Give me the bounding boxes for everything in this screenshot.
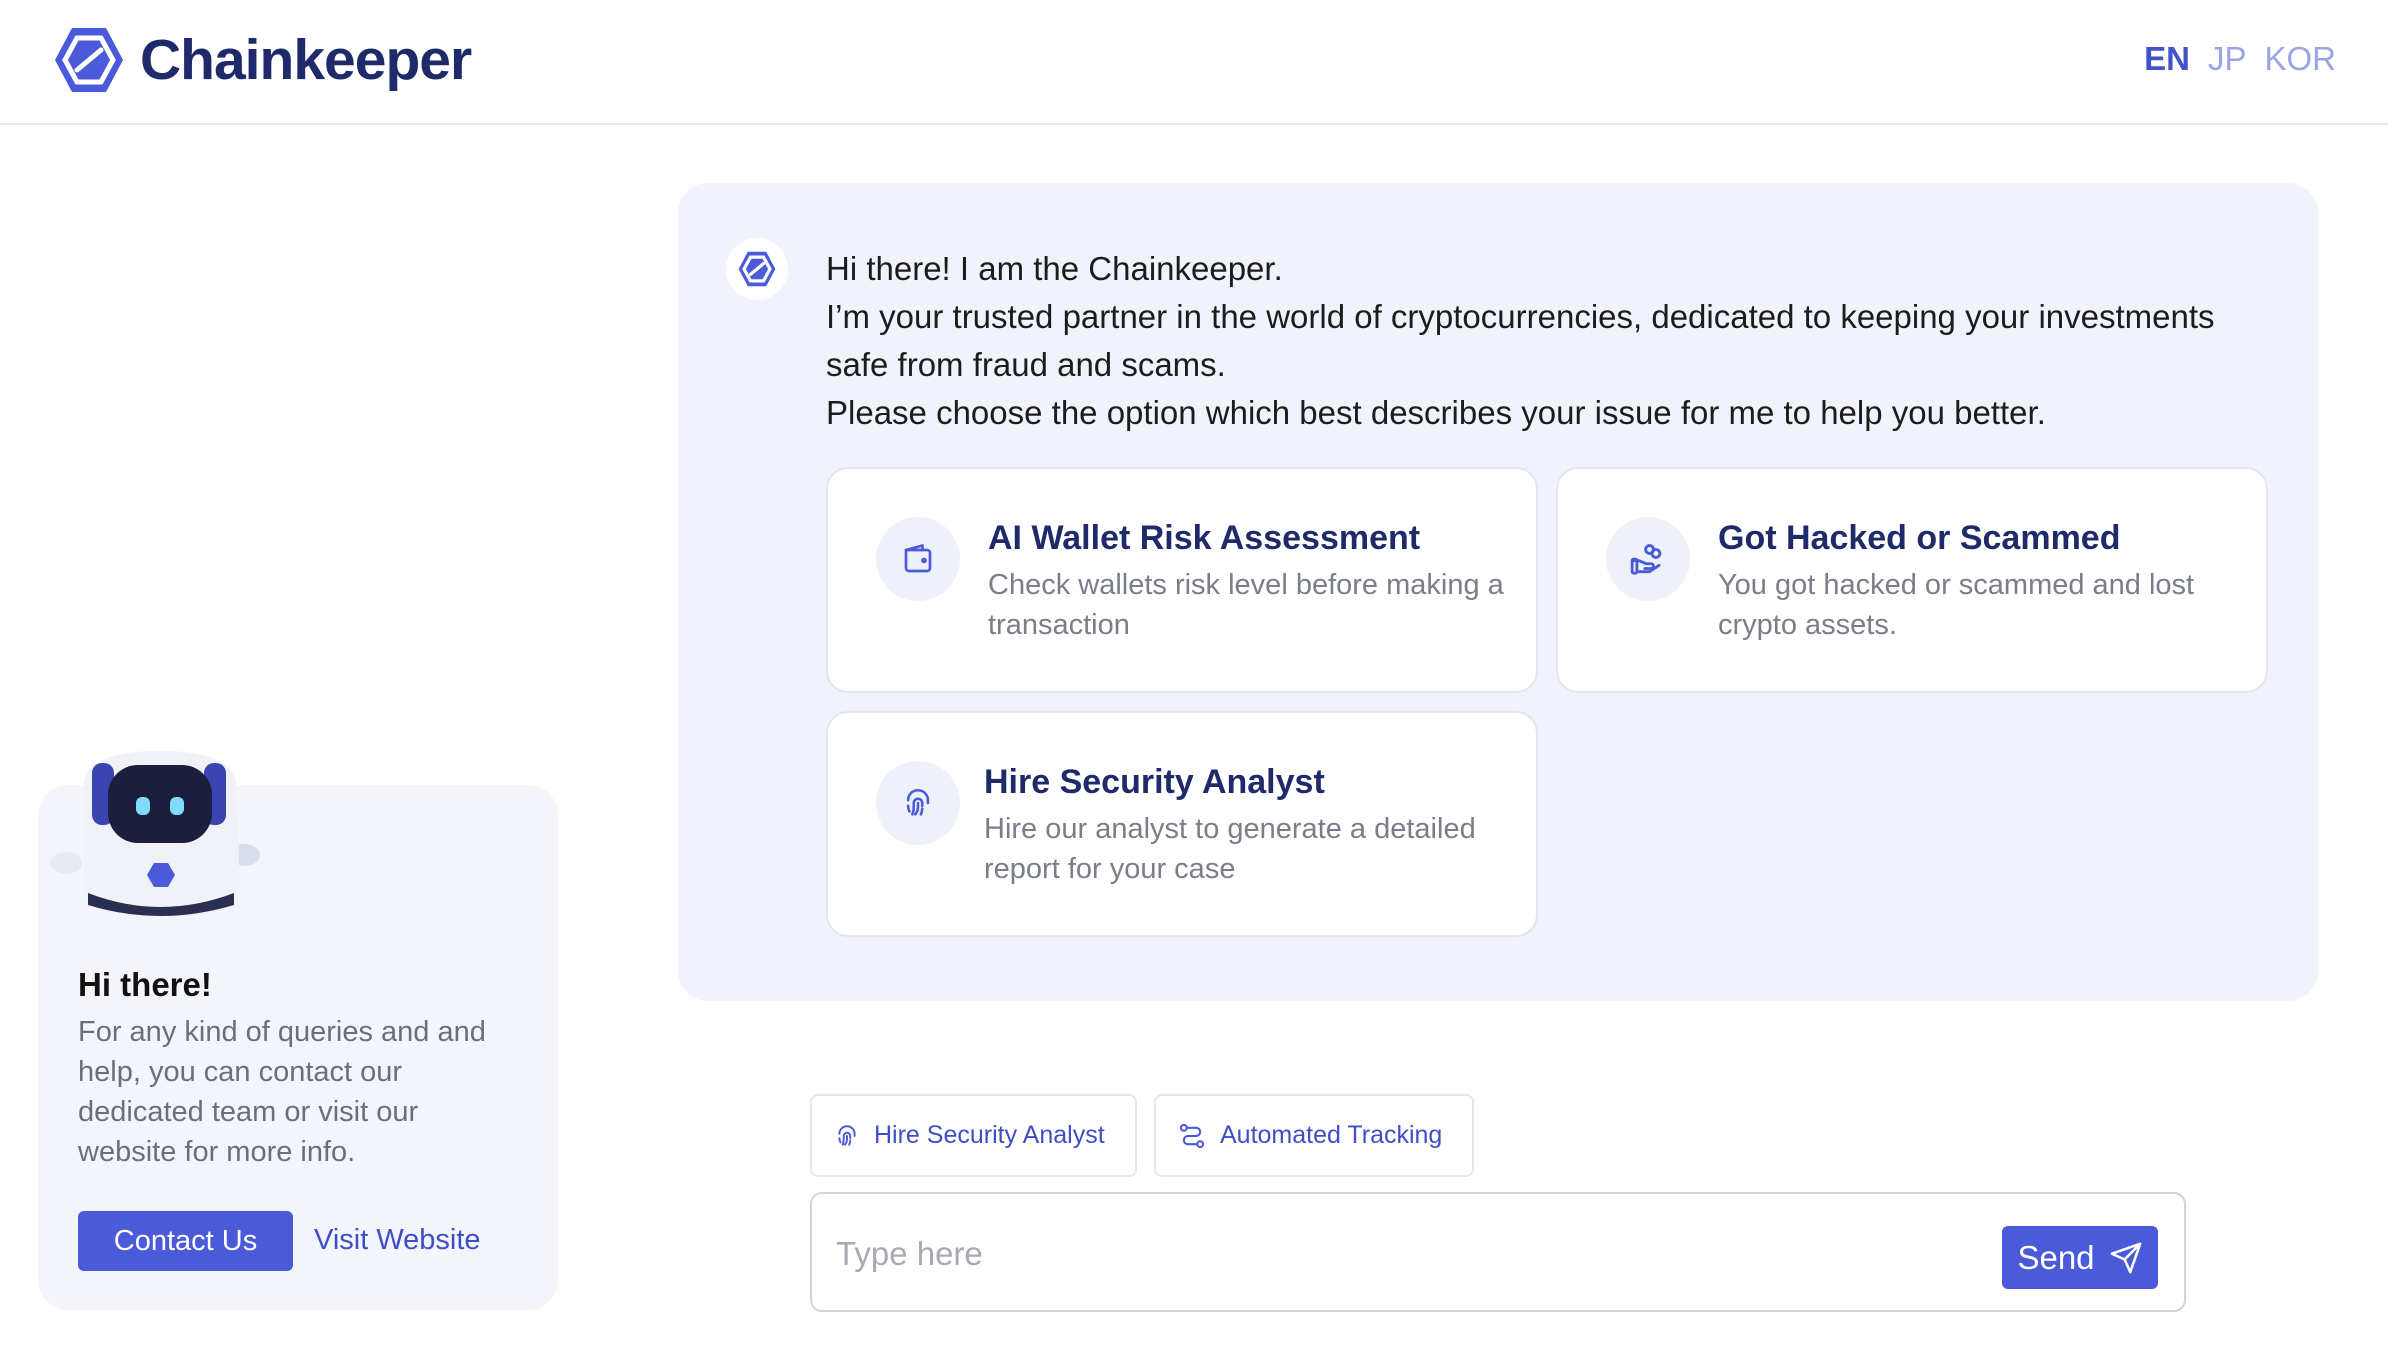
lang-kor[interactable]: KOR <box>2264 40 2336 78</box>
route-icon <box>1179 1123 1205 1148</box>
bot-message: Hi there! I am the Chainkeeper. I’m your… <box>826 245 2256 437</box>
bot-message-line: Hi there! I am the Chainkeeper. <box>826 250 1283 287</box>
option-hire-analyst[interactable]: Hire Security Analyst Hire our analyst t… <box>826 711 1538 937</box>
robot-mascot-icon <box>50 751 260 917</box>
option-wallet-risk[interactable]: AI Wallet Risk Assessment Check wallets … <box>826 467 1538 693</box>
message-input[interactable] <box>836 1224 1986 1284</box>
send-icon <box>2110 1242 2141 1273</box>
chip-label: Hire Security Analyst <box>874 1121 1105 1149</box>
wallet-icon <box>904 544 932 573</box>
lang-en[interactable]: EN <box>2144 40 2190 78</box>
option-description: You got hacked or scammed and lost crypt… <box>1718 569 2195 641</box>
help-title: Hi there! <box>78 966 212 1003</box>
chip-automated-tracking[interactable]: Automated Tracking <box>1154 1094 1474 1177</box>
option-title: AI Wallet Risk Assessment <box>988 519 1421 557</box>
option-icon-wrap <box>1606 517 1690 601</box>
bot-message-line: Please choose the option which best desc… <box>826 394 2046 431</box>
option-title: Hire Security Analyst <box>984 763 1325 801</box>
chainkeeper-logo-icon <box>738 251 776 287</box>
brand-name: Chainkeeper <box>140 28 472 92</box>
message-composer: Send <box>810 1192 2186 1312</box>
language-switcher: EN JP KOR <box>2144 40 2336 78</box>
option-got-hacked[interactable]: Got Hacked or Scammed You got hacked or … <box>1556 467 2268 693</box>
option-description: Check wallets risk level before making a… <box>988 569 1504 641</box>
contact-us-button[interactable]: Contact Us <box>78 1211 293 1271</box>
hand-coins-icon <box>1630 544 1662 575</box>
send-button[interactable]: Send <box>2002 1226 2158 1289</box>
brand-logo[interactable]: Chainkeeper <box>52 25 472 95</box>
option-icon-wrap <box>876 761 960 845</box>
chip-label: Automated Tracking <box>1220 1121 1443 1149</box>
chainkeeper-logo-icon <box>55 28 123 92</box>
bot-avatar <box>726 238 788 300</box>
bot-message-line: I’m your trusted partner in the world of… <box>826 298 2215 383</box>
option-title: Got Hacked or Scammed <box>1718 519 2121 557</box>
visit-website-link[interactable]: Visit Website <box>314 1224 481 1257</box>
option-description: Hire our analyst to generate a detailed … <box>984 813 1476 885</box>
help-text: For any kind of queries and and help, yo… <box>78 1016 486 1168</box>
top-header: Chainkeeper EN JP KOR <box>0 0 2388 125</box>
fingerprint-icon <box>906 788 930 816</box>
option-icon-wrap <box>876 517 960 601</box>
chip-hire-security-analyst[interactable]: Hire Security Analyst <box>810 1094 1137 1177</box>
lang-jp[interactable]: JP <box>2208 40 2247 78</box>
send-label: Send <box>2017 1238 2095 1276</box>
fingerprint-icon <box>838 1124 856 1146</box>
